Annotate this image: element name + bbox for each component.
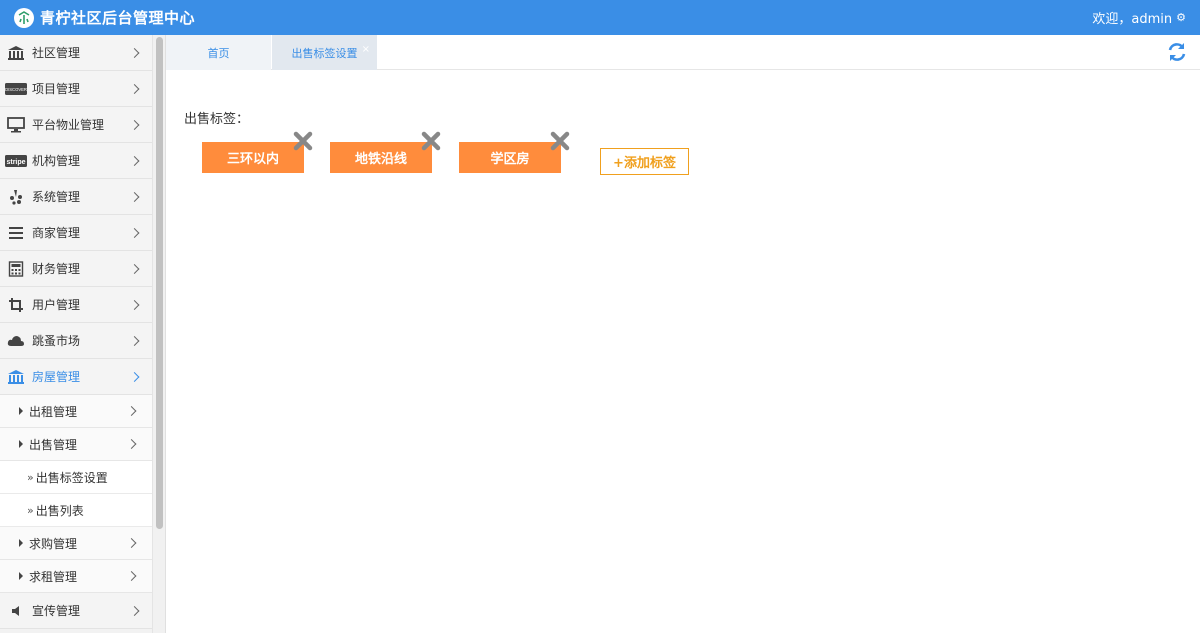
logo-icon xyxy=(14,7,34,28)
caret-right-icon xyxy=(19,407,23,415)
chevron-right-icon xyxy=(126,538,137,548)
caret-right-icon xyxy=(19,572,23,580)
tab-sale-tags[interactable]: 出售标签设置 × xyxy=(272,35,377,70)
sidebar-item-org[interactable]: stripe 机构管理 xyxy=(0,143,152,179)
discover-card-text: DISCOVER xyxy=(5,87,27,92)
sidebar-item-market[interactable]: 跳蚤市场 xyxy=(0,323,152,359)
delete-x-icon[interactable] xyxy=(549,130,571,152)
sidebar-leaf-label: 出售标签设置 xyxy=(35,470,108,485)
stripe-icon: stripe xyxy=(4,154,28,167)
tag-text: 学区房 xyxy=(490,152,530,167)
caret-right-icon xyxy=(19,440,23,448)
sidebar-leaf-sale-list[interactable]: » 出售列表 xyxy=(0,494,152,527)
sidebar-subitem-label: 求购管理 xyxy=(29,536,78,551)
add-tag-button[interactable]: +添加标签 xyxy=(600,148,689,175)
raquo-icon: » xyxy=(27,470,34,484)
stripe-text: stripe xyxy=(6,159,25,166)
calculator-icon xyxy=(4,260,28,277)
bank-icon xyxy=(4,45,28,61)
brand: 青柠社区后台管理中心 xyxy=(14,7,195,28)
gear-icon[interactable]: ⚙ xyxy=(1176,11,1186,24)
refresh-icon[interactable] xyxy=(1166,41,1188,63)
yelp-icon xyxy=(4,189,28,205)
chevron-right-icon xyxy=(126,406,137,416)
tab-label: 出售标签设置 xyxy=(291,46,358,60)
cloud-icon xyxy=(4,334,28,348)
sidebar-subitem-label: 出租管理 xyxy=(29,404,78,419)
sidebar-item-promotion[interactable]: 宣传管理 xyxy=(0,593,152,629)
tab-bar: 首页 出售标签设置 × xyxy=(166,35,1200,70)
sidebar-leaf-sale-tags[interactable]: » 出售标签设置 xyxy=(0,461,152,494)
sidebar-subitem-label: 求租管理 xyxy=(29,569,78,584)
sidebar-item-community[interactable]: 社区管理 xyxy=(0,35,152,71)
sidebar-item-house[interactable]: 房屋管理 xyxy=(0,359,152,395)
sidebar-item-user[interactable]: 用户管理 xyxy=(0,287,152,323)
main-content: 出售标签： 三环以内 地铁沿线 学区房 +添加标签 xyxy=(166,70,1200,633)
scrollbar-thumb[interactable] xyxy=(156,37,163,529)
sidebar-scrollbar[interactable] xyxy=(152,35,166,633)
sidebar: 社区管理 DISCOVER 项目管理 平台物业管理 stripe 机构管理 系统… xyxy=(0,35,152,633)
delete-x-icon[interactable] xyxy=(292,130,314,152)
top-header: 青柠社区后台管理中心 欢迎，admin ⚙ xyxy=(0,0,1200,35)
close-icon[interactable]: × xyxy=(362,44,370,55)
discover-card-icon: DISCOVER xyxy=(4,82,28,95)
sidebar-subitem-rent[interactable]: 出租管理 xyxy=(0,395,152,428)
sidebar-subitem-want-rent[interactable]: 求租管理 xyxy=(0,560,152,593)
chevron-right-icon xyxy=(126,439,137,449)
sidebar-leaf-label: 出售列表 xyxy=(35,503,84,518)
sidebar-subitem-label: 出售管理 xyxy=(29,437,78,452)
tab-label: 首页 xyxy=(207,46,230,60)
sidebar-item-merchant[interactable]: 商家管理 xyxy=(0,215,152,251)
tag-text: 三环以内 xyxy=(226,152,279,167)
user-menu[interactable]: 欢迎，admin ⚙ xyxy=(1092,8,1186,27)
tag-chip: 学区房 xyxy=(459,131,570,173)
sidebar-subitem-buy[interactable]: 求购管理 xyxy=(0,527,152,560)
sidebar-subitem-sale[interactable]: 出售管理 xyxy=(0,428,152,461)
sale-tags-label: 出售标签： xyxy=(184,112,250,127)
tag-chip: 三环以内 xyxy=(202,131,313,173)
sidebar-item-property[interactable]: 平台物业管理 xyxy=(0,107,152,143)
caret-right-icon xyxy=(19,539,23,547)
app-title: 青柠社区后台管理中心 xyxy=(40,9,196,27)
bars-icon xyxy=(4,226,28,240)
crop-icon xyxy=(4,297,28,313)
chevron-right-icon xyxy=(126,571,137,581)
tag-text: 地铁沿线 xyxy=(354,152,407,167)
tab-home[interactable]: 首页 xyxy=(166,35,271,70)
monitor-icon xyxy=(4,116,28,133)
delete-x-icon[interactable] xyxy=(420,130,442,152)
tag-chip: 地铁沿线 xyxy=(330,131,441,173)
sidebar-item-finance[interactable]: 财务管理 xyxy=(0,251,152,287)
bank-icon xyxy=(4,369,28,385)
volume-icon xyxy=(4,604,28,618)
sidebar-item-project[interactable]: DISCOVER 项目管理 xyxy=(0,71,152,107)
welcome-text: 欢迎，admin xyxy=(1092,12,1173,27)
sidebar-item-system[interactable]: 系统管理 xyxy=(0,179,152,215)
raquo-icon: » xyxy=(27,503,34,517)
